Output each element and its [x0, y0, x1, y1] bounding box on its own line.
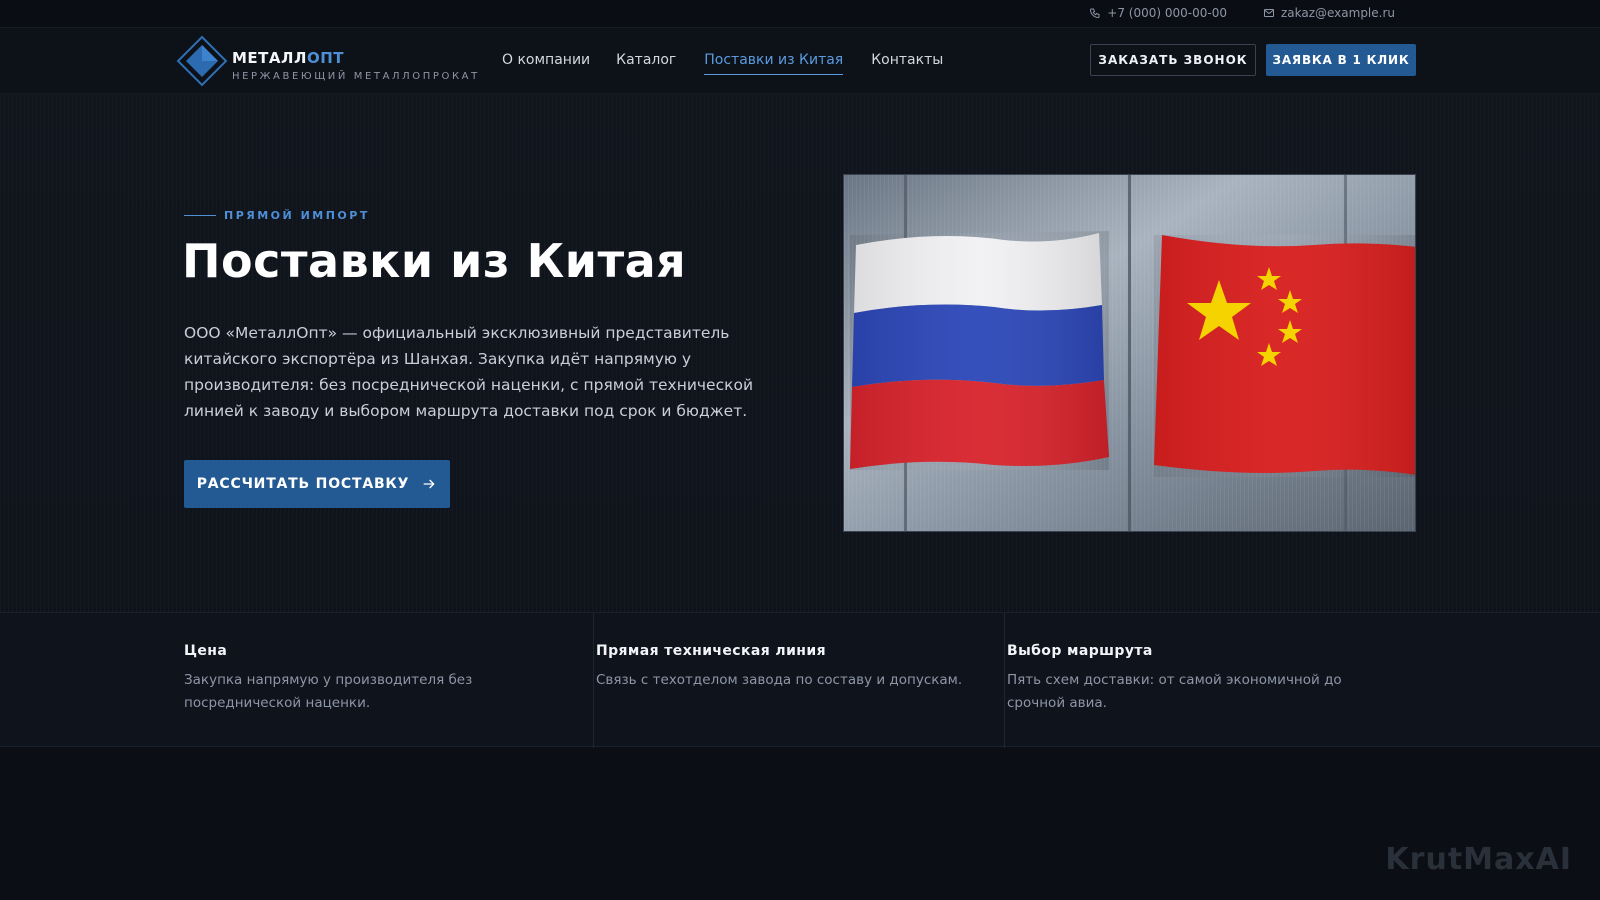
hero-description: ООО «МеталлОпт» — официальный эксклюзивн… [184, 324, 754, 420]
feature-text: Закупка напрямую у производителя без пос… [184, 672, 473, 711]
china-flag [1154, 235, 1415, 477]
nav-item-china-supply[interactable]: Поставки из Китая [704, 52, 844, 75]
calculate-supply-button[interactable]: РАССЧИТАТЬ ПОСТАВКУ [184, 460, 450, 508]
feature-title: Выбор маршрута [1007, 643, 1153, 659]
features-strip: Цена Закупка напрямую у производителя бе… [0, 612, 1600, 748]
feature-tech-line: Прямая техническая линия Связь с техотде… [593, 613, 1004, 748]
phone-contact[interactable]: +7 (000) 000-00-00 [1089, 6, 1227, 20]
logo-name-accent: ОПТ [306, 49, 344, 67]
diamond-logo-icon [176, 35, 228, 87]
feature-title: Прямая техническая линия [596, 643, 826, 659]
phone-icon [1090, 8, 1100, 19]
russia-china-flags-illustration [844, 175, 1415, 531]
email-contact[interactable]: zakaz@example.ru [1263, 6, 1395, 20]
order-call-button[interactable]: ЗАКАЗАТЬ ЗВОНОК [1090, 44, 1256, 76]
mail-icon [1263, 9, 1274, 17]
main-header: МЕТАЛЛОПТ НЕРЖАВЕЮЩИЙ МЕТАЛЛОПРОКАТ О ко… [0, 28, 1600, 94]
nav-item-about[interactable]: О компании [502, 52, 590, 75]
feature-text: Пять схем доставки: от самой экономичной… [1007, 672, 1342, 711]
feature-title: Цена [184, 643, 228, 659]
nav-item-contacts[interactable]: Контакты [871, 52, 943, 75]
logo-name-main: МЕТАЛЛ [232, 49, 307, 67]
cta-label: РАССЧИТАТЬ ПОСТАВКУ [196, 476, 410, 492]
flags-image [843, 174, 1416, 532]
top-bar: +7 (000) 000-00-00 zakaz@example.ru [0, 0, 1600, 28]
eyebrow-text: ПРЯМОЙ ИМПОРТ [224, 209, 370, 222]
page-title: Поставки из Китая [182, 234, 687, 288]
logo-subtitle: НЕРЖАВЕЮЩИЙ МЕТАЛЛОПРОКАТ [232, 71, 480, 82]
quick-request-button[interactable]: ЗАЯВКА В 1 КЛИК [1266, 44, 1416, 76]
feature-route: Выбор маршрута Пять схем доставки: от са… [1004, 613, 1416, 748]
logo[interactable]: МЕТАЛЛОПТ НЕРЖАВЕЮЩИЙ МЕТАЛЛОПРОКАТ [176, 35, 477, 87]
russia-flag [850, 231, 1109, 470]
main-nav: О компании Каталог Поставки из Китая Кон… [502, 52, 943, 75]
feature-price: Цена Закупка напрямую у производителя бе… [184, 613, 594, 748]
email-address[interactable]: zakaz@example.ru [1281, 6, 1395, 20]
watermark: KrutMaxAI [1385, 842, 1572, 877]
arrow-right-icon [423, 479, 435, 489]
feature-text: Связь с техотделом завода по составу и д… [596, 672, 963, 688]
logo-name: МЕТАЛЛОПТ [232, 49, 344, 67]
hero-section: ПРЯМОЙ ИМПОРТ Поставки из Китая ООО «Мет… [0, 94, 1600, 612]
eyebrow-line [184, 215, 216, 216]
phone-number[interactable]: +7 (000) 000-00-00 [1107, 6, 1227, 20]
hero-eyebrow: ПРЯМОЙ ИМПОРТ [184, 209, 370, 222]
nav-item-catalog[interactable]: Каталог [616, 52, 676, 75]
